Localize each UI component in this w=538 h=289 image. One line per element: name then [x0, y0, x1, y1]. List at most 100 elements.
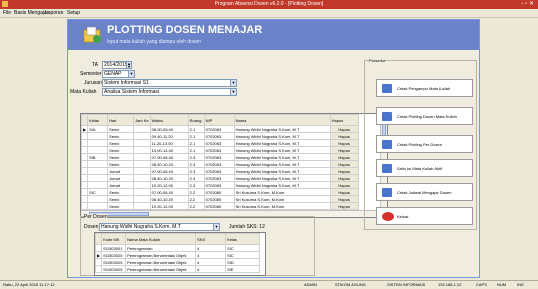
col-kode-mk[interactable]: Kode MK [101, 233, 127, 245]
hapus-button[interactable]: Hapus [329, 160, 359, 168]
cell-ruang: 2.1 [187, 146, 205, 154]
cell-kelas [87, 160, 109, 168]
table-row[interactable]: Jumat 08.40-10.20 2.3 0702063 Hanung Widhi N… [81, 174, 359, 182]
table-row[interactable]: SIC Senin 07.00-08.40 2.2 0702080 Sri Kusuma … [81, 188, 359, 196]
menu-file[interactable]: File [3, 10, 11, 16]
hapus-button[interactable]: Hapus [329, 181, 359, 189]
exit-icon [382, 212, 394, 221]
cetak-pengampu-button[interactable]: Cetak Pengampu Mata Kuliah [376, 79, 473, 97]
per-dosen-grid[interactable]: Kode MK Nama Mata Kuliah SKS Kelas SI150… [94, 232, 266, 276]
col-nama[interactable]: Nama [233, 114, 331, 126]
dosen-select[interactable]: Hanung Widhi Nugraha S.Kom, M.T ▼ [99, 223, 220, 231]
table-row[interactable]: SIB Senin 07.00-08.40 2.3 0702063 Hanung Widh… [81, 153, 359, 161]
cell-nama: Sri Kusuma S.Kom, M.Kom [233, 188, 331, 196]
cell-sks: 4 [195, 251, 227, 259]
menu-basis[interactable]: Basis Mengajar [14, 10, 48, 16]
cetak-jadwal-dosen-button[interactable]: Cetak Jadwal Mengajar Dosen [376, 183, 473, 201]
hapus-button[interactable]: Hapus [329, 153, 359, 161]
col-nip[interactable]: NIP [203, 114, 235, 126]
cell-nama-mk: Pemrograman [125, 244, 197, 252]
menu-laporan[interactable]: Laporan [45, 10, 63, 16]
col-kelas[interactable]: Kelas [87, 114, 109, 126]
table-row[interactable]: ▶ SIA Senin 08.00-09.40 2.1 0702063 Hanung Wid… [81, 125, 359, 133]
col-hapus[interactable]: Hapus [329, 114, 359, 126]
cell-jam [133, 139, 151, 147]
cell-hari: Senin [107, 146, 135, 154]
cell-hari: Jumat [107, 181, 135, 189]
cell-nip: 0702063 [203, 125, 235, 133]
cell-nama: Hanung Widhi Nugraha S.Kom, M.T [233, 125, 331, 133]
jumlah-sks: Jumlah SKS: 12 [229, 224, 265, 230]
cell-kode-mk: SI1503025 [101, 251, 127, 259]
status-ins: INS [517, 282, 524, 287]
table-row[interactable]: SI1503025 Pemrograman Berorientasi Objek 4… [95, 265, 261, 273]
table-row[interactable]: Senin 13.00-14.40 2.1 0702063 Hanung Widhi N… [81, 146, 359, 154]
hapus-button[interactable]: Hapus [329, 146, 359, 154]
table-row[interactable]: Jumat 10.20-12.00 2.3 0702063 Hanung Widhi N… [81, 181, 359, 189]
status-datetime: Rabu, 22 April 2015 11:17:12 [3, 282, 55, 287]
table-row[interactable]: Senin 08.40-10.20 2.3 0702063 Hanung Widhi N… [81, 160, 359, 168]
cell-nama: Sri Kusuma S.Kom, M.Kom [233, 195, 331, 203]
col-jam[interactable]: Jam Ke [133, 114, 151, 126]
cell-waktu: 13.00-14.40 [149, 146, 189, 154]
cell-waktu: 07.00-08.40 [149, 153, 189, 161]
status-institution: STIKOM AGUNG [335, 282, 366, 287]
ta-spinner[interactable]: ▲ ▼ [126, 61, 132, 69]
col-sks[interactable]: SKS [195, 233, 227, 245]
hapus-button[interactable]: Hapus [329, 202, 359, 210]
cetak-plotting-per-dosen-button[interactable]: Cetak Plotting Per Dosen [376, 135, 473, 153]
cell-kode-mk: SI1503025 [101, 265, 127, 273]
jurusan-select[interactable]: Sistem Informasi S1 ▼ [102, 79, 237, 87]
cell-hari: Senin [107, 202, 135, 210]
chevron-down-icon[interactable]: ▼ [213, 224, 219, 230]
plotting-grid[interactable]: Kelas Hari Jam Ke Waktu Ruang NIP Nama H… [80, 113, 388, 218]
col-hari[interactable]: Hari [107, 114, 135, 126]
col-ruang[interactable]: Ruang [187, 114, 205, 126]
chevron-down-icon[interactable]: ▼ [230, 89, 236, 95]
cell-ruang: 2.3 [187, 181, 205, 189]
table-row[interactable]: SI1503001 Pemrograman 4 SIC [95, 244, 261, 252]
cell-nip: 0702080 [203, 188, 235, 196]
hapus-button[interactable]: Hapus [329, 132, 359, 140]
button-label: Salin ke Mata Kuliah Aktif [397, 166, 443, 171]
salin-mata-kuliah-button[interactable]: Salin ke Mata Kuliah Aktif [376, 159, 473, 177]
col-nama-mk[interactable]: Nama Mata Kuliah [125, 233, 197, 245]
cell-jam [133, 160, 151, 168]
cell-kelas [87, 181, 109, 189]
hapus-button[interactable]: Hapus [329, 167, 359, 175]
ta-field[interactable]: 2014/2015 [102, 61, 127, 69]
matkul-select[interactable]: Analisa Sistem Informasi ▼ [102, 88, 237, 96]
cell-nama: Hanung Widhi Nugraha S.Kom, M.T [233, 139, 331, 147]
cell-jam [133, 153, 151, 161]
table-row[interactable]: Senin 09.40-11.20 2.1 0702063 Hanung Widhi N… [81, 132, 359, 140]
hapus-button[interactable]: Hapus [329, 195, 359, 203]
hapus-button[interactable]: Hapus [329, 188, 359, 196]
copy-icon [382, 164, 392, 173]
semester-select[interactable]: GENAP ▼ [102, 70, 135, 78]
cell-ruang: 2.3 [187, 153, 205, 161]
table-row[interactable]: Jumat 07.00-08.40 2.3 0702063 Hanung Widhi N… [81, 167, 359, 175]
table-row[interactable]: Senin 11.20-13.00 2.1 0702063 Hanung Widhi N… [81, 139, 359, 147]
table-row[interactable]: SI1503025 Pemrograman Berorientasi Objek 4… [95, 258, 261, 266]
chevron-down-icon[interactable]: ▼ [128, 71, 134, 77]
table-row[interactable]: Senin 08.40-10.20 2.2 0702080 Sri Kusuma S.K… [81, 195, 359, 203]
window-controls[interactable]: - ▫ ✕ [522, 0, 535, 7]
col-kelas[interactable]: Kelas [225, 233, 261, 245]
menu-bar: File Basis Mengajar Laporan Setup [0, 9, 538, 18]
dosen-label: Dosen [84, 224, 99, 230]
cell-nip: 0702080 [203, 202, 235, 210]
hapus-button[interactable]: Hapus [329, 139, 359, 147]
cell-waktu: 08.00-09.40 [149, 125, 189, 133]
prosedur-label: Prosedur [369, 58, 386, 63]
form-header: PLOTTING DOSEN MENAJAR Input mata kuliah… [68, 20, 479, 50]
chevron-down-icon[interactable]: ▼ [230, 80, 236, 86]
hapus-button[interactable]: Hapus [329, 125, 359, 133]
col-waktu[interactable]: Waktu [149, 114, 189, 126]
menu-setup[interactable]: Setup [67, 10, 80, 16]
table-row[interactable]: ▶ SI1503025 Pemrograman Berorientasi Objek… [95, 251, 261, 259]
exit-button[interactable]: Keluar [376, 207, 473, 225]
hapus-button[interactable]: Hapus [329, 174, 359, 182]
table-row[interactable]: Senin 10.20-12.00 2.2 0702080 Sri Kusuma S.K… [81, 202, 359, 210]
cell-jam [133, 181, 151, 189]
cetak-plotting-button[interactable]: Cetak Plotting Dosen Mata Kuliah [376, 107, 473, 125]
